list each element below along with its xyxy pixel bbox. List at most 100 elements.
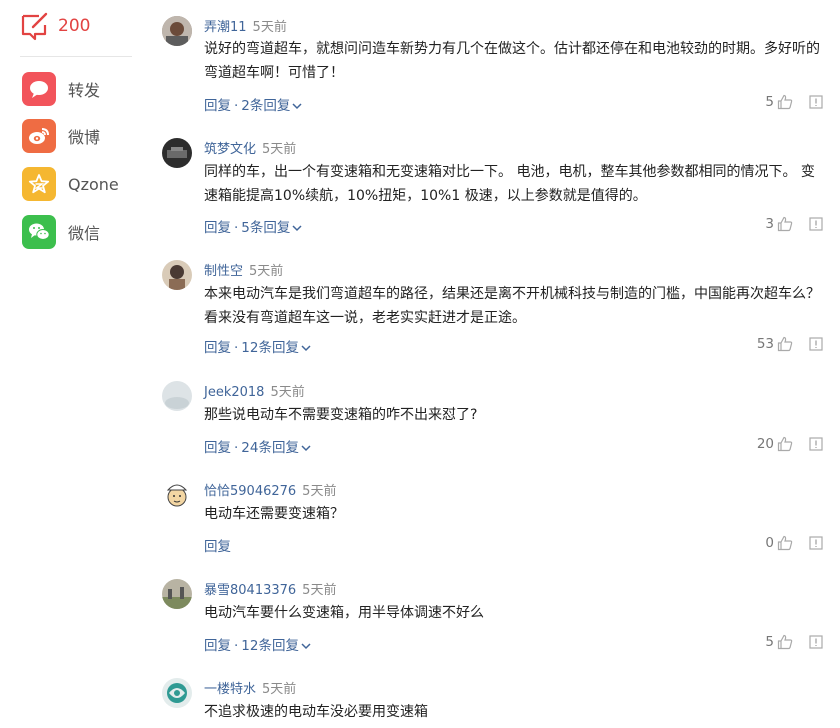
username[interactable]: 恰恰59046276	[204, 484, 296, 499]
comment-text: 不追求极速的电动车没必要用变速箱	[204, 704, 428, 720]
view-replies-button[interactable]: 2条回复	[241, 98, 302, 114]
share-qzone-button[interactable]: Qzone	[22, 167, 119, 201]
comment-actions: 回复 · 2条回复	[204, 94, 302, 114]
timestamp: 5天前	[249, 264, 284, 279]
comment-tools: 0	[765, 535, 823, 551]
thumbs-up-icon[interactable]	[777, 634, 793, 650]
avatar[interactable]	[162, 138, 192, 168]
comment-count: 200	[58, 16, 91, 36]
username[interactable]: 筑梦文化	[204, 142, 256, 157]
thumbs-up-icon[interactable]	[777, 94, 793, 110]
like-count: 3	[765, 216, 774, 232]
reply-button[interactable]: 回复	[204, 340, 231, 356]
avatar[interactable]	[162, 678, 192, 708]
edit-comment-icon	[21, 12, 48, 41]
chevron-down-icon	[301, 345, 311, 352]
share-wechat-button[interactable]: 微信	[22, 215, 100, 249]
view-replies-button[interactable]: 12条回复	[241, 638, 311, 654]
report-icon[interactable]	[809, 437, 823, 451]
chevron-down-icon	[292, 225, 302, 232]
timestamp: 5天前	[302, 583, 337, 598]
comment-text: 那些说电动车不需要变速箱的咋不出来怼了?	[204, 407, 478, 423]
view-replies-button[interactable]: 24条回复	[241, 440, 311, 456]
comment-text: 电动汽车要什么变速箱，用半导体调速不好么	[204, 605, 484, 621]
comment-meta: 暴雪80413376 5天前	[204, 579, 336, 598]
comment-actions: 回复 · 12条回复	[204, 336, 311, 356]
avatar[interactable]	[162, 480, 192, 510]
reply-button[interactable]: 回复	[204, 98, 231, 114]
share-weibo-label: 微博	[68, 128, 101, 147]
comment-text: 同样的车，出一个有变速箱和无变速箱对比一下。 电池，电机，整车其他参数都相同的情…	[204, 164, 815, 204]
username[interactable]: 暴雪80413376	[204, 583, 296, 598]
report-icon[interactable]	[809, 337, 823, 351]
share-wechat-label: 微信	[68, 224, 101, 243]
comment-tools: 53	[757, 336, 823, 352]
comment-actions: 回复 · 24条回复	[204, 436, 311, 456]
username[interactable]: 弄潮11	[204, 20, 247, 35]
username[interactable]: 制性空	[204, 264, 243, 279]
comment-text: 电动车还需要变速箱？	[204, 506, 344, 522]
comment-meta: 筑梦文化 5天前	[204, 138, 296, 157]
reply-button[interactable]: 回复	[204, 638, 231, 654]
timestamp: 5天前	[270, 385, 305, 400]
comment-actions: 回复 · 5条回复	[204, 216, 302, 236]
share-weibo-button[interactable]: 微博	[22, 119, 100, 153]
like-count: 0	[765, 535, 774, 551]
like-count: 5	[765, 94, 774, 110]
thumbs-up-icon[interactable]	[777, 535, 793, 551]
comment-text: 说好的弯道超车，就想问问造车新势力有几个在做这个。估计都还停在和电池较劲的时期。…	[204, 41, 820, 81]
reply-button[interactable]: 回复	[204, 539, 231, 555]
replies-count: 24条回复	[241, 440, 299, 456]
thumbs-up-icon[interactable]	[777, 216, 793, 232]
avatar[interactable]	[162, 381, 192, 411]
view-replies-button[interactable]: 12条回复	[241, 340, 311, 356]
qzone-star-icon	[22, 167, 56, 201]
report-icon[interactable]	[809, 217, 823, 231]
replies-count: 5条回复	[241, 220, 291, 236]
timestamp: 5天前	[262, 682, 297, 697]
username[interactable]: 一楼特水	[204, 682, 256, 697]
timestamp: 5天前	[302, 484, 337, 499]
avatar[interactable]	[162, 579, 192, 609]
chat-bubble-icon	[22, 72, 56, 106]
like-count: 20	[756, 436, 774, 452]
comment-count-button[interactable]: 200	[20, 10, 90, 42]
thumbs-up-icon[interactable]	[777, 436, 793, 452]
separator: ·	[234, 340, 239, 356]
reply-button[interactable]: 回复	[204, 220, 231, 236]
comment-actions: 回复	[204, 535, 231, 555]
replies-count: 12条回复	[241, 638, 299, 654]
report-icon[interactable]	[809, 635, 823, 649]
reply-button[interactable]: 回复	[204, 440, 231, 456]
view-replies-button[interactable]: 5条回复	[241, 220, 302, 236]
comment-meta: Jeek2018 5天前	[204, 381, 305, 400]
comment-actions: 回复 · 12条回复	[204, 634, 311, 654]
separator: ·	[234, 98, 239, 114]
chevron-down-icon	[292, 103, 302, 110]
comment-meta: 弄潮11 5天前	[204, 16, 287, 35]
comment-tools: 20	[757, 436, 823, 452]
separator: ·	[234, 220, 239, 236]
comment-text: 本来电动汽车是我们弯道超车的路径，结果还是离不开机械科技与制造的门槛，中国能再次…	[204, 286, 820, 326]
weibo-icon	[22, 119, 56, 153]
avatar[interactable]	[162, 16, 192, 46]
username[interactable]: Jeek2018	[204, 385, 264, 400]
timestamp: 5天前	[252, 20, 287, 35]
share-repost-button[interactable]: 转发	[22, 72, 100, 106]
avatar[interactable]	[162, 260, 192, 290]
share-sidebar: 200 转发 微博 Qzone 微信	[0, 0, 150, 728]
chevron-down-icon	[301, 445, 311, 452]
separator: ·	[234, 638, 239, 654]
sidebar-divider	[20, 56, 132, 57]
comment-meta: 制性空 5天前	[204, 260, 283, 279]
comment-tools: 5	[765, 634, 823, 650]
report-icon[interactable]	[809, 95, 823, 109]
share-qzone-label: Qzone	[68, 174, 119, 194]
comment-meta: 一楼特水 5天前	[204, 678, 296, 697]
comment-tools: 5	[765, 94, 823, 110]
report-icon[interactable]	[809, 536, 823, 550]
chevron-down-icon	[301, 643, 311, 650]
like-count: 53	[756, 336, 774, 352]
thumbs-up-icon[interactable]	[777, 336, 793, 352]
separator: ·	[234, 440, 239, 456]
